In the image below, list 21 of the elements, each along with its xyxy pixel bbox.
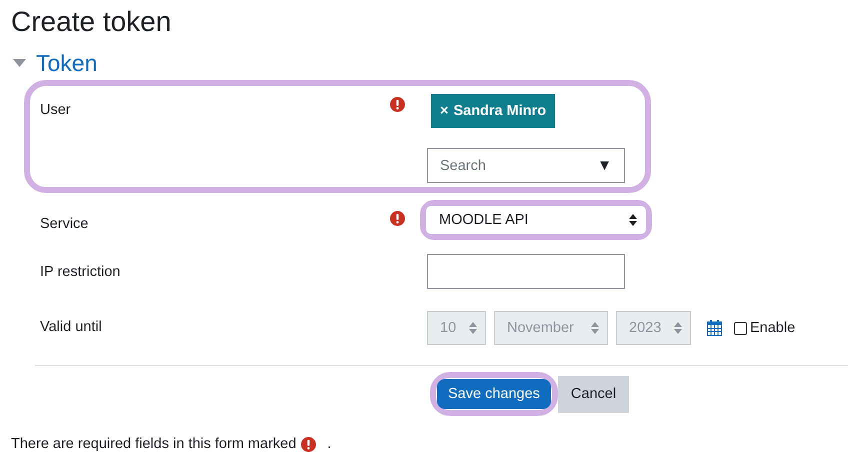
- required-icon: [301, 436, 316, 452]
- up-down-arrows-icon: [591, 322, 599, 334]
- section-title[interactable]: Token: [36, 48, 98, 78]
- page-title: Create token: [11, 5, 172, 39]
- search-field[interactable]: Search ▼: [427, 148, 625, 183]
- required-fields-note: There are required fields in this form marked: [11, 436, 296, 452]
- up-down-arrows-icon: [674, 322, 682, 334]
- selected-user-tag[interactable]: × Sandra Minro: [431, 94, 556, 128]
- ip-restriction-field[interactable]: [427, 254, 625, 289]
- collapse-caret-icon[interactable]: [13, 59, 26, 67]
- field-label: Valid until: [39, 318, 103, 337]
- up-down-arrows-icon: [629, 214, 637, 226]
- cancel-button[interactable]: Cancel: [558, 376, 630, 412]
- service-select[interactable]: MOODLE API: [426, 206, 646, 234]
- dropdown-arrow[interactable]: ▼: [597, 157, 612, 174]
- note-period: .: [327, 436, 332, 452]
- up-down-arrows-icon: [469, 322, 477, 334]
- save-button[interactable]: Save changes: [437, 379, 551, 409]
- field-label: Service: [39, 215, 90, 234]
- field-label: User: [39, 101, 72, 120]
- field-label: IP restriction: [39, 263, 122, 282]
